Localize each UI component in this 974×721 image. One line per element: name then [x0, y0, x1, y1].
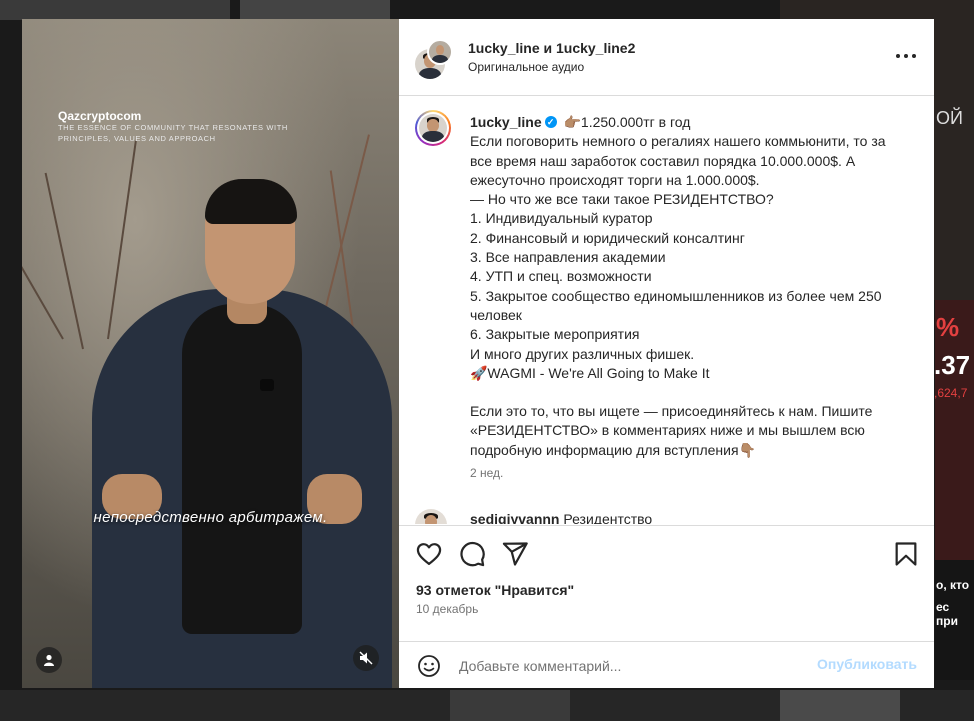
caption-line: 3. Все направления академии	[470, 249, 666, 266]
bookmark-icon[interactable]	[892, 540, 920, 568]
avatar-torso	[431, 54, 449, 63]
user-icon	[44, 654, 54, 666]
comment-icon[interactable]	[458, 540, 486, 568]
video-tagline: THE ESSENCE OF COMMUNITY THAT RESONATES …	[58, 123, 288, 143]
comment-composer: Опубликовать	[399, 641, 934, 689]
tagged-users-button[interactable]	[36, 647, 62, 673]
commenter-avatar[interactable]	[415, 509, 447, 524]
likes-count[interactable]: 93 отметок "Нравится"	[416, 582, 574, 598]
caption-line: 5. Закрытое сообщество единомышленников …	[470, 287, 882, 323]
background-text: о, кто	[936, 578, 970, 592]
caption-username[interactable]: 1ucky_line	[470, 114, 542, 130]
post-details-panel: 1ucky_line и 1ucky_line2 Оригинальное ау…	[399, 19, 934, 688]
background-text: %	[936, 312, 960, 342]
speaker-shirt	[182, 304, 302, 634]
video-subtitle: непосредственно арбитражем.	[93, 509, 328, 526]
caption-time[interactable]: 2 нед.	[470, 466, 503, 480]
background-text: ОЙ	[936, 108, 963, 128]
caption-line: 1. Индивидуальный куратор	[470, 210, 653, 227]
caption-line: 4. УТП и спец. возможности	[470, 268, 652, 285]
background-tile	[935, 300, 974, 600]
post-caption: 1ucky_line ✓ 👉🏽1.250.000тг в год Если пог…	[470, 113, 910, 460]
background-tile	[240, 0, 390, 20]
more-options-icon[interactable]	[896, 53, 916, 59]
comment-username[interactable]: sedigiyvannn	[470, 511, 559, 524]
caption-avatar	[419, 114, 447, 142]
avatar-face	[435, 44, 445, 56]
comment-item: sedigiyvannn Резидентство	[415, 509, 925, 524]
background-text: ес при	[936, 600, 958, 628]
background-text: .37	[934, 350, 971, 380]
coauthor-avatar[interactable]	[427, 39, 453, 65]
original-audio-link[interactable]: Оригинальное аудио	[468, 60, 584, 74]
background-tile	[780, 690, 900, 721]
story-ring[interactable]	[415, 110, 451, 146]
post-authors[interactable]: 1ucky_line и 1ucky_line2	[468, 40, 635, 56]
post-header: 1ucky_line и 1ucky_line2 Оригинальное ау…	[399, 19, 934, 96]
video-brand: Qazcryptocom	[58, 109, 142, 123]
caption-line: И много других различных фишек.	[470, 345, 695, 362]
caption-line: Если поговорить немного о регалиях нашег…	[470, 133, 886, 188]
avatar-face	[427, 119, 439, 132]
reel-video[interactable]: Qazcryptocom THE ESSENCE OF COMMUNITY TH…	[22, 19, 399, 688]
background-text: ,624,7	[934, 386, 968, 400]
background-tile	[0, 0, 230, 20]
heart-icon[interactable]	[415, 540, 443, 568]
ring-inner	[417, 112, 449, 144]
background-tile	[450, 690, 570, 721]
caption-line: 6. Закрытые мероприятия	[470, 326, 640, 343]
mute-button[interactable]	[353, 645, 379, 671]
emoji-icon[interactable]	[417, 654, 441, 678]
avatar-torso	[422, 131, 444, 142]
caption-line: — Но что же все таки такое РЕЗИДЕНТСТВО?	[470, 191, 774, 208]
caption-cta: Если это то, что вы ищете — присоединяйт…	[470, 403, 873, 458]
action-bar	[399, 525, 934, 582]
caption-scroll-area[interactable]: 1ucky_line ✓ 👉🏽1.250.000тг в год Если пог…	[399, 96, 934, 524]
caption-line: 🚀WAGMI - We're All Going to Make It	[470, 364, 710, 381]
publish-button[interactable]: Опубликовать	[817, 656, 917, 672]
muted-speaker-icon	[359, 651, 373, 665]
caption-line: 2. Финансовый и юридический консалтинг	[470, 229, 745, 246]
verified-badge-icon: ✓	[544, 116, 557, 129]
share-icon[interactable]	[501, 540, 529, 568]
caption-line: 👉🏽1.250.000тг в год	[563, 114, 691, 130]
comment-input[interactable]	[457, 654, 791, 678]
comment-body: Резидентство	[563, 511, 653, 524]
avatar-torso	[418, 67, 442, 79]
comment-text: sedigiyvannn Резидентство	[470, 511, 652, 524]
lapel-mic	[260, 379, 274, 391]
post-date: 10 декабрь	[416, 602, 479, 616]
